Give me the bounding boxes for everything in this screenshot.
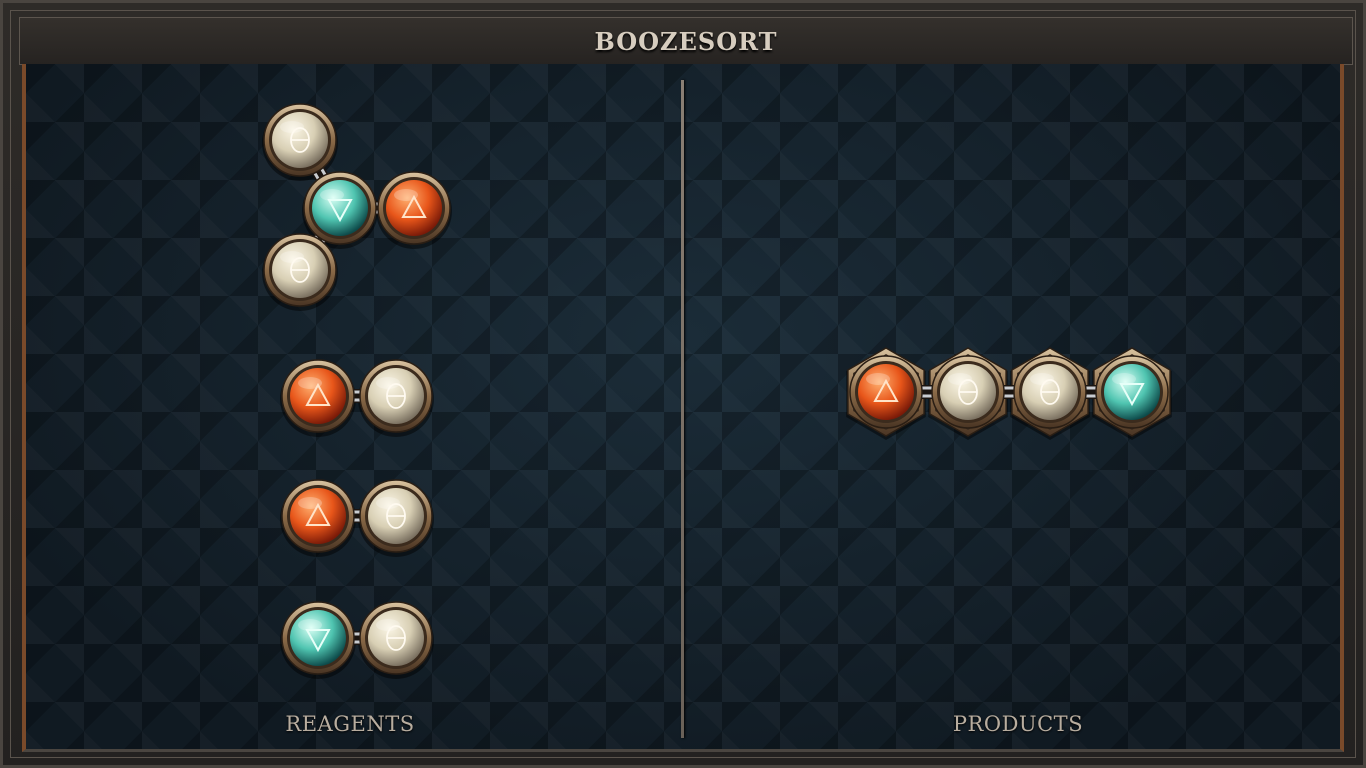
atom-water xyxy=(1095,355,1169,429)
atom-salt xyxy=(359,601,433,675)
atom-fire xyxy=(849,355,923,429)
reagent-molecule-3[interactable] xyxy=(280,479,434,557)
atom-salt xyxy=(359,359,433,433)
reagents-label: REAGENTS xyxy=(285,712,415,736)
atom-fire xyxy=(377,171,451,245)
atom-salt xyxy=(263,103,337,177)
atom-water xyxy=(303,171,377,245)
atom-salt xyxy=(359,479,433,553)
atom-salt xyxy=(1013,355,1087,429)
atom-fire xyxy=(281,359,355,433)
reagent-molecule-4[interactable] xyxy=(280,601,434,679)
reagent-molecule-1[interactable] xyxy=(262,103,452,311)
reagent-molecule-2[interactable] xyxy=(280,359,434,437)
atom-salt xyxy=(931,355,1005,429)
products-label: PRODUCTS xyxy=(952,712,1084,736)
atom-water xyxy=(281,601,355,675)
atom-salt xyxy=(263,233,337,307)
molecule-canvas xyxy=(262,103,1172,679)
product-molecule-1[interactable] xyxy=(846,347,1172,440)
atom-fire xyxy=(281,479,355,553)
